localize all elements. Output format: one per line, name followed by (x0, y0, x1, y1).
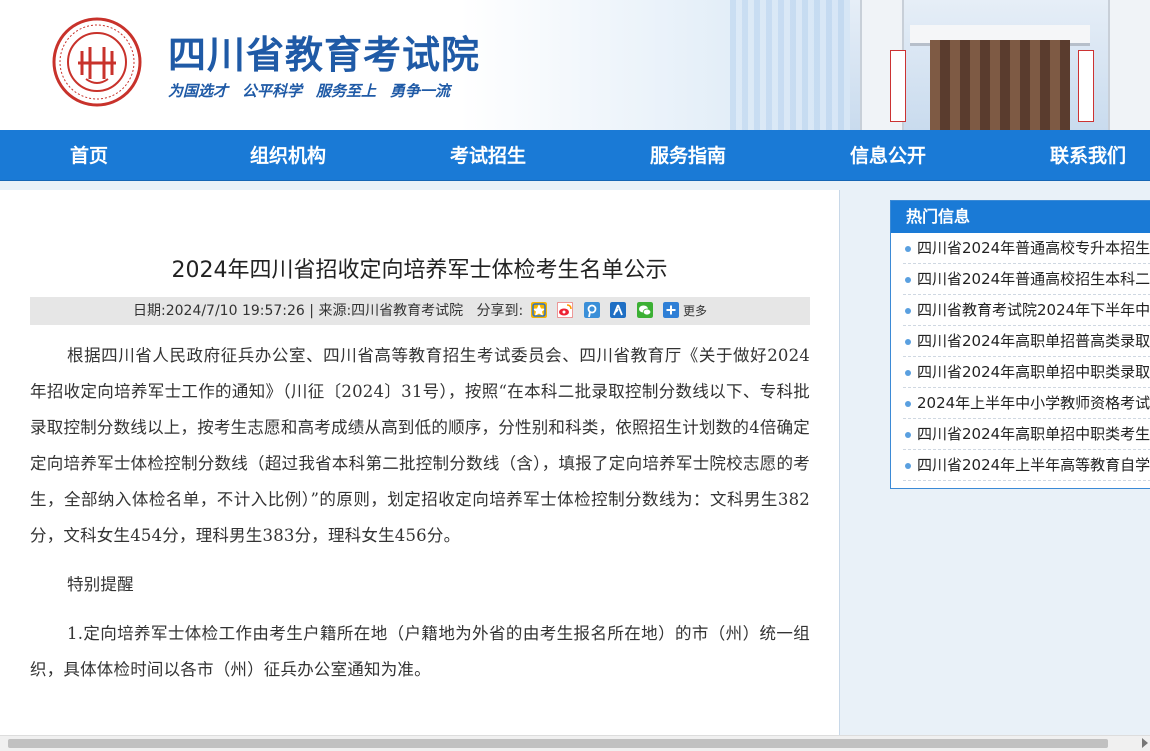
article-meta-bar: 日期:2024/7/10 19:57:26 | 来源:四川省教育考试院 分享到:… (30, 297, 810, 325)
weibo-icon[interactable] (557, 302, 574, 318)
hot-info-item[interactable]: 四川省2024年高职单招中职类录取 (903, 357, 1150, 388)
nav-home[interactable]: 首页 (70, 130, 108, 180)
renren-icon[interactable] (610, 302, 627, 318)
article-subheading: 特别提醒 (67, 575, 134, 594)
building-pillar (1108, 0, 1150, 130)
hot-info-item[interactable]: 四川省2024年普通高校专升本招生 (903, 233, 1150, 264)
site-header: 四川省教育考试院 为国选才 公平科学 服务至上 勇争一流 (0, 0, 1150, 130)
site-slogan: 为国选才 公平科学 服务至上 勇争一流 (168, 80, 464, 101)
scroll-right-arrow-icon[interactable] (1142, 738, 1148, 748)
building-photo (850, 0, 1150, 130)
main-nav: 首页 组织机构 考试招生 服务指南 信息公开 联系我们 (0, 130, 1150, 181)
share-label: 分享到: (476, 303, 524, 319)
building-sign-left (890, 50, 906, 122)
seal-logo-icon[interactable] (52, 17, 142, 107)
slogan-item: 为国选才 (168, 82, 229, 100)
meta-separator: | (304, 303, 319, 319)
article-title: 2024年四川省招收定向培养军士体检考生名单公示 (171, 258, 668, 283)
article-source: 来源:四川省教育考试院 (318, 303, 464, 319)
building-entrance (930, 40, 1070, 130)
nav-service-guide[interactable]: 服务指南 (650, 130, 726, 180)
hot-info-item[interactable]: 四川省教育考试院2024年下半年中 (903, 295, 1150, 326)
hot-info-list: 四川省2024年普通高校专升本招生 四川省2024年普通高校招生本科二 四川省教… (891, 233, 1150, 481)
hot-info-panel: 热门信息 四川省2024年普通高校专升本招生 四川省2024年普通高校招生本科二… (890, 200, 1150, 489)
slogan-item: 公平科学 (242, 82, 303, 100)
nav-exams-admissions[interactable]: 考试招生 (450, 130, 526, 180)
hot-info-item[interactable]: 四川省2024年普通高校招生本科二 (903, 264, 1150, 295)
slogan-item: 服务至上 (316, 82, 377, 100)
slogan-item: 勇争一流 (390, 82, 451, 100)
nav-organization[interactable]: 组织机构 (250, 130, 326, 180)
more-plus-icon[interactable] (662, 302, 679, 318)
site-title: 四川省教育考试院 (168, 32, 481, 77)
hot-info-item[interactable]: 四川省2024年上半年高等教育自学 (903, 450, 1150, 481)
share-more-link[interactable]: 更多 (683, 304, 707, 318)
hot-info-item[interactable]: 2024年上半年中小学教师资格考试 (903, 388, 1150, 419)
tencent-weibo-icon[interactable] (583, 302, 600, 318)
hot-info-item[interactable]: 四川省2024年高职单招普高类录取 (903, 326, 1150, 357)
article-paragraph: 根据四川省人民政府征兵办公室、四川省高等教育招生考试委员会、四川省教育厅《关于做… (30, 346, 810, 545)
article-panel: 2024年四川省招收定向培养军士体检考生名单公示 日期:2024/7/10 19… (0, 190, 840, 735)
article-paragraph: 1.定向培养军士体检工作由考生户籍所在地（户籍地为外省的由考生报名所在地）的市（… (30, 624, 810, 679)
article-body: 根据四川省人民政府征兵办公室、四川省高等教育招生考试委员会、四川省教育厅《关于做… (30, 338, 810, 688)
nav-contact-us[interactable]: 联系我们 (1050, 130, 1126, 180)
hot-info-item[interactable]: 四川省2024年高职单招中职类考生 (903, 419, 1150, 450)
nav-information-disclosure[interactable]: 信息公开 (850, 130, 926, 180)
hot-info-heading: 热门信息 (891, 201, 1150, 233)
wechat-icon[interactable] (636, 302, 653, 318)
qzone-icon[interactable] (530, 302, 547, 318)
article-date: 日期:2024/7/10 19:57:26 (133, 303, 305, 319)
scrollbar-thumb[interactable] (8, 739, 1108, 748)
building-sign-right (1078, 50, 1094, 122)
horizontal-scrollbar[interactable] (0, 735, 1150, 751)
